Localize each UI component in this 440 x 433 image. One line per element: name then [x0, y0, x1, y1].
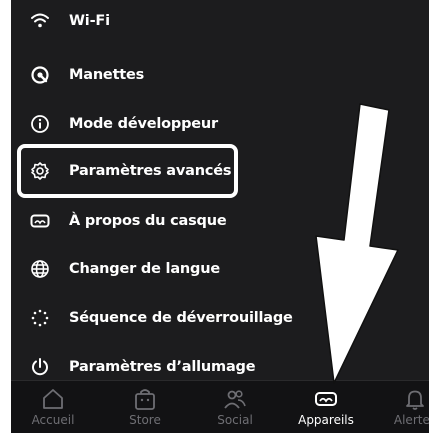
- bottom-tab-bar: Accueil Store Social Appareils Alerte: [11, 380, 429, 433]
- tab-label: Store: [129, 413, 161, 427]
- tab-devices[interactable]: Appareils: [295, 381, 357, 433]
- wifi-icon: [30, 11, 50, 31]
- menu-item-label: Wi-Fi: [69, 13, 110, 29]
- menu-item-developer-mode[interactable]: Mode développeur: [11, 104, 429, 144]
- tab-label: Alertes: [393, 413, 429, 427]
- unlock-pattern-icon: [30, 308, 50, 328]
- menu-item-label: Mode développeur: [69, 116, 218, 132]
- tab-label: Appareils: [298, 413, 354, 427]
- tab-store[interactable]: Store: [123, 381, 167, 433]
- menu-item-controllers[interactable]: Manettes: [11, 55, 429, 95]
- menu-item-unlock-pattern[interactable]: Séquence de déverrouillage: [11, 298, 429, 338]
- tab-home[interactable]: Accueil: [31, 381, 75, 433]
- tab-label: Accueil: [31, 413, 75, 427]
- store-icon: [133, 388, 157, 410]
- menu-item-label: Paramètres d’allumage: [69, 359, 256, 375]
- bell-icon: [403, 388, 427, 410]
- info-icon: [30, 114, 50, 134]
- globe-icon: [30, 259, 50, 279]
- menu-item-change-language[interactable]: Changer de langue: [11, 249, 429, 289]
- people-icon: [223, 388, 247, 410]
- settings-screen: Wi-Fi Manettes Mode développeur Paramètr…: [11, 0, 429, 433]
- headset-icon: [30, 211, 50, 231]
- menu-item-wifi[interactable]: Wi-Fi: [11, 1, 429, 41]
- tab-alerts[interactable]: Alertes: [393, 381, 429, 433]
- menu-item-label: Séquence de déverrouillage: [69, 310, 293, 326]
- menu-item-label: À propos du casque: [69, 213, 227, 229]
- tab-social[interactable]: Social: [213, 381, 257, 433]
- headset-icon: [314, 388, 338, 410]
- menu-item-about-headset[interactable]: À propos du casque: [11, 201, 429, 241]
- menu-item-label: Manettes: [69, 67, 145, 83]
- tab-label: Social: [217, 413, 253, 427]
- controller-icon: [30, 65, 50, 85]
- power-icon: [30, 357, 50, 377]
- home-icon: [41, 388, 65, 410]
- menu-item-label: Changer de langue: [69, 261, 220, 277]
- highlight-annotation-box: [17, 144, 238, 198]
